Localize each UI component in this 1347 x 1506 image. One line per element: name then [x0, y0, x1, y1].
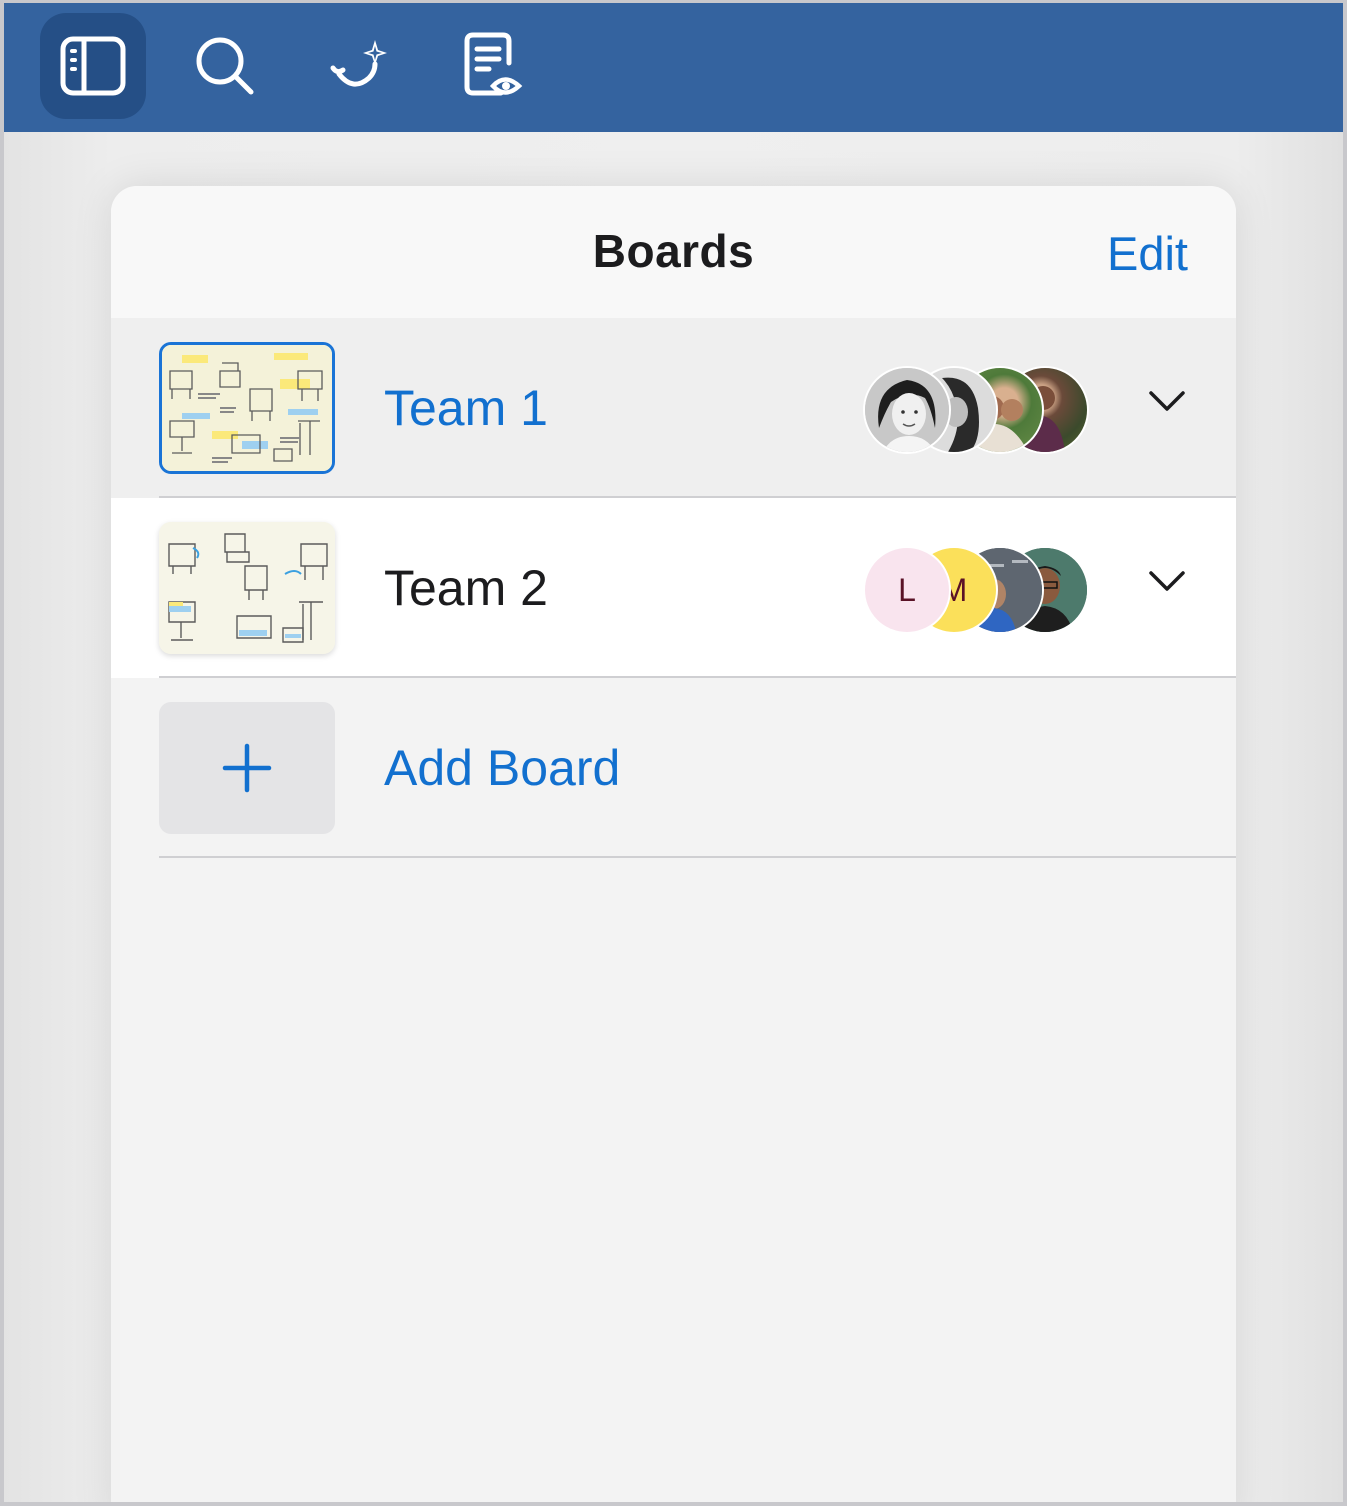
- view-document-button[interactable]: [440, 13, 546, 119]
- board-thumbnail: [159, 522, 335, 654]
- chevron-down-icon[interactable]: [1147, 568, 1187, 594]
- sidebar-toggle-button[interactable]: [40, 13, 146, 119]
- app-window: Boards Edit Team 1 Team 2 M L Add Board: [0, 0, 1347, 1506]
- board-thumbnail: [159, 342, 335, 474]
- panel-header: Boards Edit: [111, 186, 1236, 318]
- top-toolbar: [4, 3, 1343, 132]
- chair-sketch-thumbnail-icon: [159, 522, 335, 654]
- avatar-initial: L: [898, 571, 916, 608]
- search-icon: [196, 37, 254, 95]
- collaborator-avatars: M L: [863, 546, 1103, 634]
- collaborator-avatars: [863, 366, 1103, 454]
- boards-panel: Boards Edit Team 1 Team 2 M L Add Board: [111, 186, 1236, 1502]
- document-eye-icon: [464, 32, 523, 96]
- row-divider: [159, 856, 1236, 858]
- chair-sketch-thumbnail-icon: [162, 345, 332, 471]
- assist-button[interactable]: [306, 13, 412, 119]
- avatar: [863, 366, 951, 454]
- panel-title: Boards: [592, 225, 755, 277]
- add-board-label: Add Board: [384, 740, 621, 796]
- search-button[interactable]: [172, 13, 278, 119]
- person-photo-icon: [865, 368, 949, 452]
- add-board-row[interactable]: Add Board: [111, 678, 1236, 858]
- sparkle-curve-icon: [330, 40, 387, 87]
- sidebar-icon: [60, 36, 126, 96]
- board-name: Team 1: [384, 380, 548, 436]
- add-board-tile[interactable]: [159, 702, 335, 834]
- chevron-down-icon[interactable]: [1147, 388, 1187, 414]
- avatar: L: [863, 546, 951, 634]
- board-row-team-2[interactable]: Team 2 M L: [111, 498, 1236, 678]
- edit-button[interactable]: Edit: [1107, 226, 1188, 281]
- board-name: Team 2: [384, 560, 548, 616]
- plus-icon: [222, 743, 272, 793]
- board-row-team-1[interactable]: Team 1: [111, 318, 1236, 498]
